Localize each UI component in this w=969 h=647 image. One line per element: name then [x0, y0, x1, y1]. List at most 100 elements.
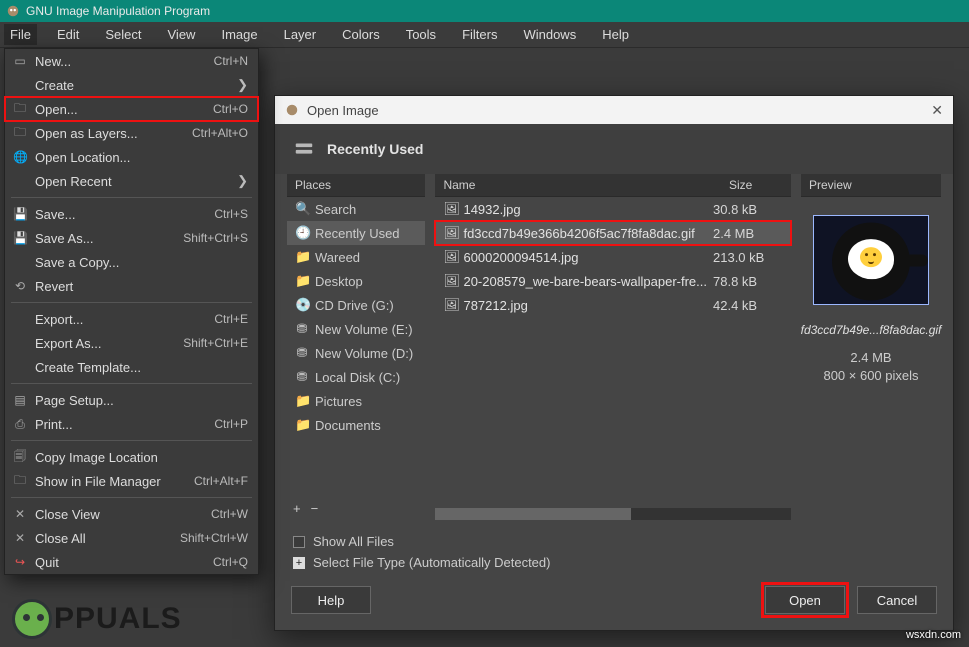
print-icon: ⎙ — [13, 417, 27, 432]
menu-quit[interactable]: ↪QuitCtrl+Q — [5, 550, 258, 574]
places-item[interactable]: ⛃New Volume (D:) — [287, 341, 425, 365]
menu-open-as-layers[interactable]: 🗀Open as Layers...Ctrl+Alt+O — [5, 121, 258, 145]
menubar: File Edit Select View Image Layer Colors… — [0, 22, 969, 48]
place-icon: ⛃ — [295, 321, 309, 337]
revert-icon: ⟲ — [13, 279, 27, 293]
dialog-titlebar: Open Image ✕ — [275, 96, 953, 124]
menu-colors[interactable]: Colors — [336, 24, 386, 45]
menu-close-view[interactable]: ✕Close ViewCtrl+W — [5, 502, 258, 526]
places-item[interactable]: ⛃Local Disk (C:) — [287, 365, 425, 389]
place-icon: 📁 — [295, 393, 309, 409]
menu-windows[interactable]: Windows — [517, 24, 582, 45]
menu-view[interactable]: View — [162, 24, 202, 45]
file-icon: 🖼 — [443, 201, 457, 217]
save-as-icon: 💾 — [13, 231, 27, 245]
remove-place-button[interactable]: − — [311, 501, 319, 516]
menu-create[interactable]: Create❯ — [5, 73, 258, 97]
file-name: 20-208579_we-bare-bears-wallpaper-fre... — [463, 274, 707, 289]
menu-save-copy[interactable]: Save a Copy... — [5, 250, 258, 274]
horizontal-scrollbar[interactable] — [435, 508, 791, 520]
menu-open-recent[interactable]: Open Recent❯ — [5, 169, 258, 193]
place-icon: 📁 — [295, 249, 309, 265]
places-item[interactable]: 💿CD Drive (G:) — [287, 293, 425, 317]
preview-filesize: 2.4 MB — [823, 349, 918, 367]
menu-print[interactable]: ⎙Print...Ctrl+P — [5, 412, 258, 436]
menu-tools[interactable]: Tools — [400, 24, 442, 45]
show-all-files-checkbox[interactable]: Show All Files — [293, 534, 935, 549]
copy-icon: 🗐 — [13, 447, 27, 468]
menu-save[interactable]: 💾Save...Ctrl+S — [5, 202, 258, 226]
file-row[interactable]: 🖼fd3ccd7b49e366b4206f5ac7f8fa8dac.gif2.4… — [435, 221, 791, 245]
watermark: wsxdn.com — [906, 629, 961, 641]
file-row[interactable]: 🖼20-208579_we-bare-bears-wallpaper-fre..… — [435, 269, 791, 293]
appuals-logo: PPUALS — [12, 599, 182, 639]
menu-copy-image-location[interactable]: 🗐Copy Image Location — [5, 445, 258, 469]
place-label: Recently Used — [315, 226, 400, 241]
gimp-app-icon — [6, 4, 20, 18]
places-item[interactable]: 📁Desktop — [287, 269, 425, 293]
preview-panel: Preview fd3ccd7b49e...f8fa8dac.gif 2.4 M… — [801, 174, 941, 520]
preview-filename: fd3ccd7b49e...f8fa8dac.gif — [801, 323, 942, 337]
new-icon: ▭ — [13, 54, 27, 68]
scrollbar-thumb[interactable] — [435, 508, 631, 520]
file-size: 42.4 kB — [713, 298, 783, 313]
menu-separator — [11, 302, 252, 303]
dialog-header: Recently Used — [275, 124, 953, 174]
size-column-header[interactable]: Size — [721, 174, 791, 197]
select-file-type-expander[interactable]: +Select File Type (Automatically Detecte… — [293, 555, 935, 570]
place-label: Local Disk (C:) — [315, 370, 400, 385]
menu-new[interactable]: ▭New...Ctrl+N — [5, 49, 258, 73]
places-item[interactable]: 📁 Pictures — [287, 389, 425, 413]
appuals-face-icon — [12, 599, 52, 639]
preview-metadata: 2.4 MB 800 × 600 pixels — [823, 349, 918, 385]
places-item[interactable]: 📁Documents — [287, 413, 425, 437]
menu-revert[interactable]: ⟲Revert — [5, 274, 258, 298]
preview-header: Preview — [801, 174, 941, 197]
file-size: 30.8 kB — [713, 202, 783, 217]
places-item[interactable]: 🔍Search — [287, 197, 425, 221]
cancel-button[interactable]: Cancel — [857, 586, 937, 614]
menu-layer[interactable]: Layer — [278, 24, 323, 45]
checkbox-icon — [293, 536, 305, 548]
menu-show-file-manager[interactable]: 🗀Show in File ManagerCtrl+Alt+F — [5, 469, 258, 493]
menu-help[interactable]: Help — [596, 24, 635, 45]
file-row[interactable]: 🖼6000200094514.jpg213.0 kB — [435, 245, 791, 269]
place-label: New Volume (D:) — [315, 346, 413, 361]
globe-icon: 🌐 — [13, 150, 27, 164]
menu-filters[interactable]: Filters — [456, 24, 503, 45]
place-label: Pictures — [315, 394, 362, 409]
file-row[interactable]: 🖼14932.jpg30.8 kB — [435, 197, 791, 221]
app-title: GNU Image Manipulation Program — [26, 4, 210, 18]
gimp-dialog-icon — [285, 103, 299, 117]
place-icon: 📁 — [295, 417, 309, 433]
add-place-button[interactable]: + — [293, 501, 301, 516]
help-button[interactable]: Help — [291, 586, 371, 614]
menu-select[interactable]: Select — [99, 24, 147, 45]
name-column-header[interactable]: Name — [435, 174, 721, 197]
places-item[interactable]: 🕘 Recently Used — [287, 221, 425, 245]
menu-open-location[interactable]: 🌐Open Location... — [5, 145, 258, 169]
open-icon: 🗀 — [13, 99, 27, 120]
menu-image[interactable]: Image — [215, 24, 263, 45]
menu-export-as[interactable]: Export As...Shift+Ctrl+E — [5, 331, 258, 355]
menu-save-as[interactable]: 💾Save As...Shift+Ctrl+S — [5, 226, 258, 250]
open-button[interactable]: Open — [765, 586, 845, 614]
menu-export[interactable]: Export...Ctrl+E — [5, 307, 258, 331]
menu-open[interactable]: 🗀Open...Ctrl+O — [5, 97, 258, 121]
menu-separator — [11, 383, 252, 384]
close-icon: ✕ — [13, 507, 27, 521]
menu-file[interactable]: File — [4, 24, 37, 45]
places-item[interactable]: 📁Wareed — [287, 245, 425, 269]
yolk-illustration — [860, 248, 882, 268]
menu-close-all[interactable]: ✕Close AllShift+Ctrl+W — [5, 526, 258, 550]
menu-page-setup[interactable]: ▤Page Setup... — [5, 388, 258, 412]
dialog-close-button[interactable]: ✕ — [931, 102, 943, 119]
pan-illustration — [832, 223, 910, 301]
places-item[interactable]: ⛃New Volume (E:) — [287, 317, 425, 341]
preview-thumbnail — [813, 215, 929, 305]
menu-create-template[interactable]: Create Template... — [5, 355, 258, 379]
places-panel: Places 🔍Search🕘Recently Used📁Wareed📁Desk… — [287, 174, 425, 520]
file-row[interactable]: 🖼787212.jpg42.4 kB — [435, 293, 791, 317]
place-icon: 🕘 — [295, 225, 309, 241]
menu-edit[interactable]: Edit — [51, 24, 85, 45]
